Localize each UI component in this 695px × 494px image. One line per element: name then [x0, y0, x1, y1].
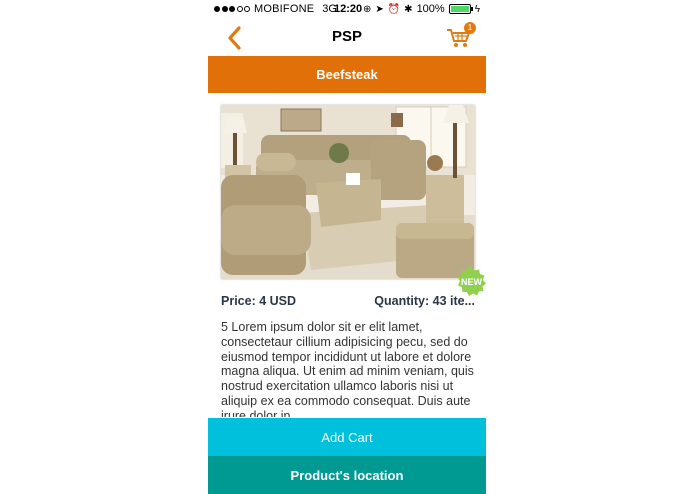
add-cart-button[interactable]: Add Cart	[208, 418, 486, 456]
status-right: ⊕ ➤ ⏰ ✱ 100% ϟ	[363, 3, 480, 15]
location-icon: ➤	[375, 3, 384, 15]
product-price: Price: 4 USD	[221, 294, 297, 308]
cart-count-badge: 1	[464, 22, 476, 34]
new-badge: NEW	[456, 266, 487, 297]
status-bar: MOBIFONE 3G 12:20 ⊕ ➤ ⏰ ✱ 100% ϟ	[208, 0, 486, 18]
page-title: PSP	[331, 28, 362, 45]
battery-percent: 100%	[416, 3, 445, 15]
product-quantity: Quantity: 43 ite...	[374, 294, 475, 308]
charging-icon: ϟ	[474, 3, 480, 15]
product-description: 5 Lorem ipsum dolor sit er elit lamet, c…	[221, 320, 474, 417]
product-info-row: Price: 4 USD Quantity: 43 ite...	[221, 294, 475, 310]
carrier-name: MOBIFONE	[254, 3, 315, 15]
bluetooth-icon: ✱	[404, 3, 413, 15]
alarm-icon: ⏰	[387, 3, 401, 15]
battery-icon	[448, 4, 473, 14]
add-cart-label: Add Cart	[321, 429, 373, 445]
new-badge-label: NEW	[461, 277, 483, 287]
product-location-label: Product's location	[290, 467, 404, 483]
signal-icon	[214, 6, 250, 12]
status-left: MOBIFONE 3G	[214, 3, 345, 15]
nav-bar: PSP 1	[208, 18, 486, 56]
cart-button[interactable]: 1	[446, 22, 476, 50]
product-location-button[interactable]: Product's location	[208, 456, 486, 494]
status-time: 12:20	[334, 3, 363, 15]
category-title: Beefsteak	[316, 67, 378, 82]
category-banner: Beefsteak	[208, 56, 486, 93]
rotation-lock-icon: ⊕	[362, 3, 372, 15]
product-image	[221, 105, 475, 279]
